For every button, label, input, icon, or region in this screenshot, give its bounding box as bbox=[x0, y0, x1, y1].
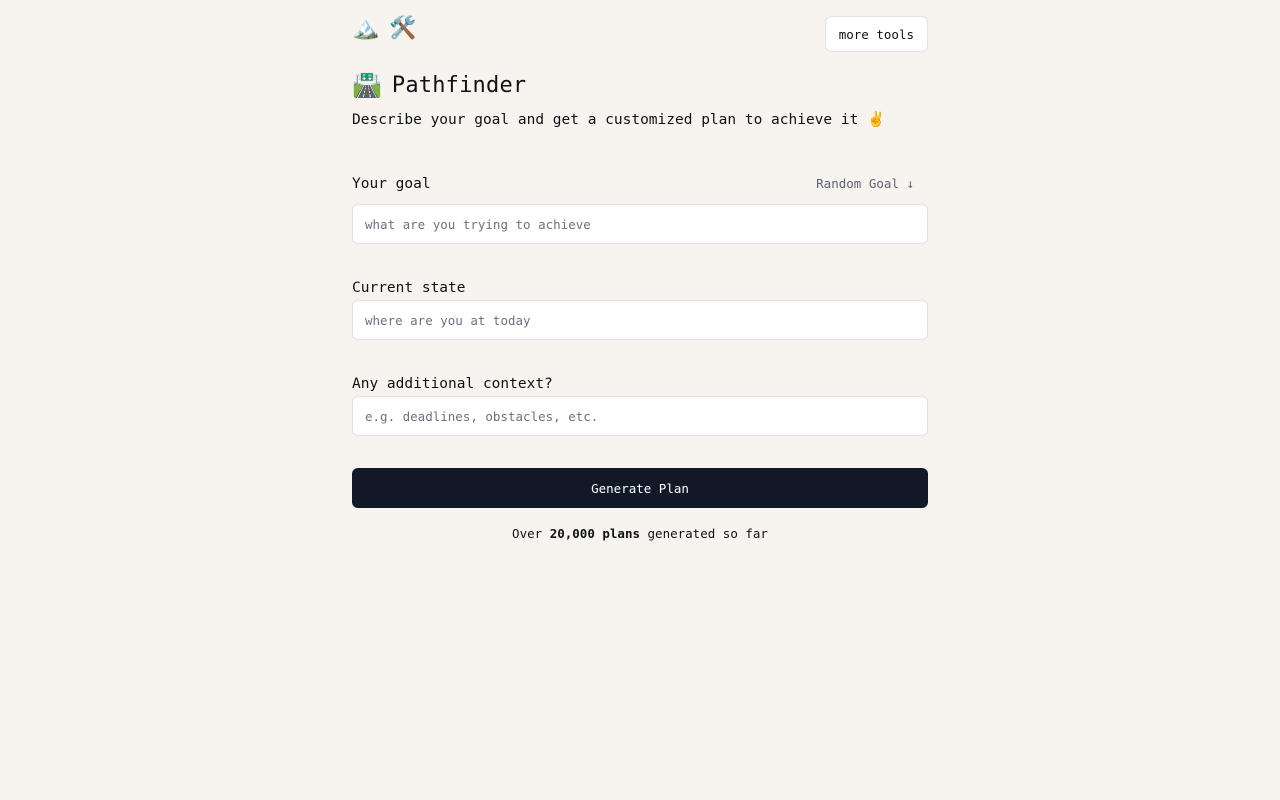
title-row: 🛣️ Pathfinder bbox=[352, 68, 526, 102]
generate-plan-button[interactable]: Generate Plan bbox=[352, 468, 928, 508]
more-tools-button[interactable]: more tools bbox=[824, 16, 928, 52]
page-container: 🏔️ 🛠️ more tools 🛣️ Pathfinder Describe … bbox=[352, 0, 928, 541]
subtitle-text: Describe your goal and get a customized … bbox=[352, 112, 859, 128]
stats-suffix: generated so far bbox=[647, 526, 768, 541]
mountain-icon[interactable]: 🏔️ bbox=[352, 14, 379, 44]
goal-label: Your goal bbox=[352, 176, 431, 192]
context-input[interactable] bbox=[352, 396, 928, 436]
victory-hand-icon: ✌️ bbox=[867, 112, 886, 128]
stats-prefix: Over bbox=[512, 526, 543, 541]
page-subtitle: Describe your goal and get a customized … bbox=[352, 109, 885, 131]
logo-group[interactable]: 🏔️ 🛠️ bbox=[352, 14, 417, 44]
goal-input[interactable] bbox=[352, 204, 928, 244]
tools-icon[interactable]: 🛠️ bbox=[389, 14, 416, 44]
plans-count-stats: Over 20,000 plans generated so far bbox=[352, 524, 928, 544]
random-goal-button[interactable]: Random Goal ↓ bbox=[816, 174, 914, 194]
current-state-label: Current state bbox=[352, 280, 466, 296]
current-state-input[interactable] bbox=[352, 300, 928, 340]
context-label: Any additional context? bbox=[352, 376, 553, 392]
top-bar: 🏔️ 🛠️ more tools bbox=[352, 0, 928, 64]
page-title: Pathfinder bbox=[391, 72, 527, 98]
road-icon: 🛣️ bbox=[352, 71, 382, 99]
stats-count: 20,000 plans bbox=[549, 526, 640, 541]
